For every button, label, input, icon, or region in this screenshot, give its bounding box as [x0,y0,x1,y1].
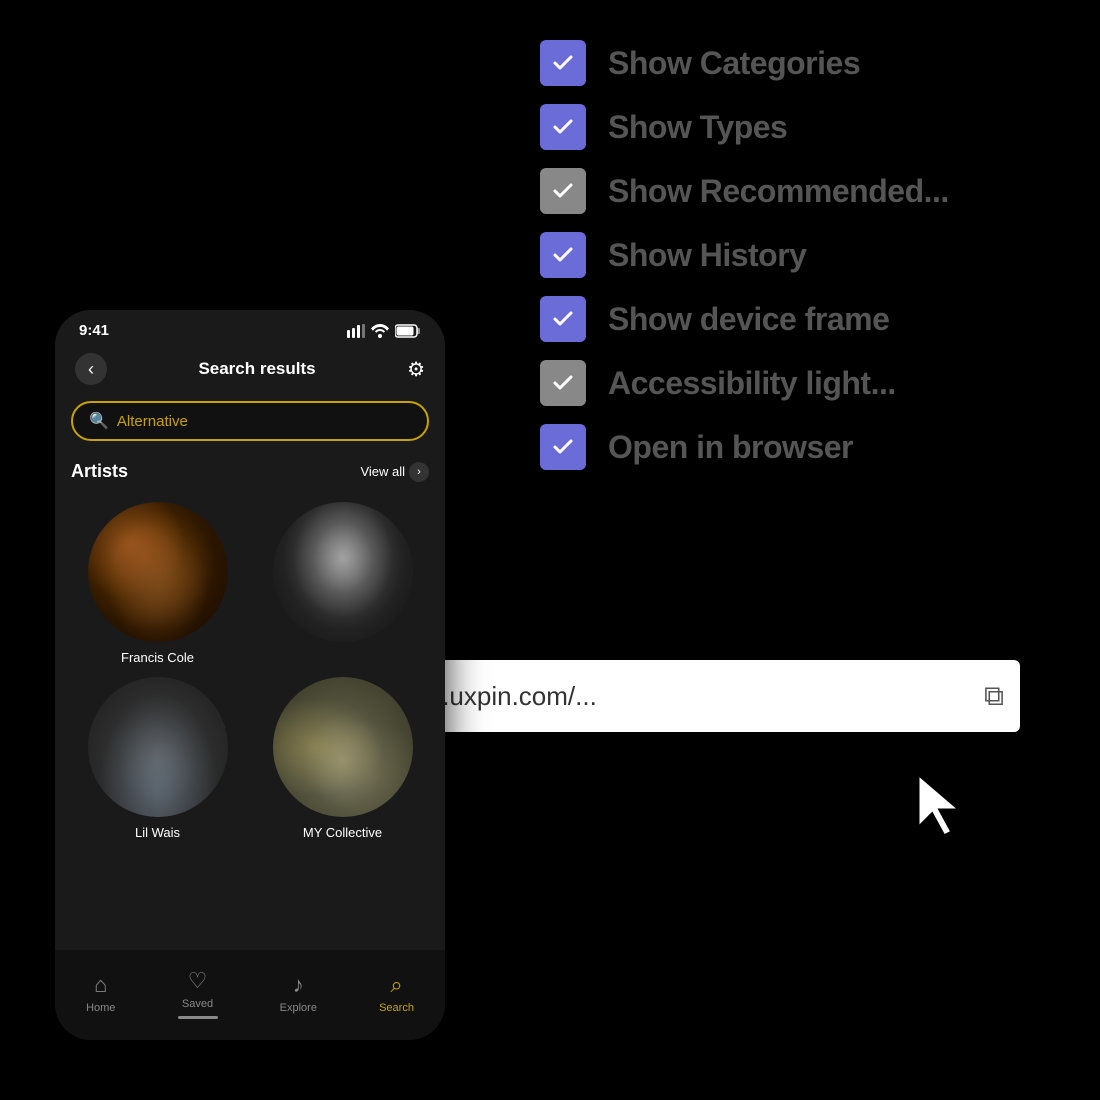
search-nav-icon: ⌕ [390,972,402,998]
artists-section: Artists View all › [55,449,445,502]
checkbox-1[interactable] [540,40,586,86]
checklist-label-7: Open in browser [608,429,853,466]
saved-icon: ♡ [188,968,208,994]
checklist-item-4[interactable]: Show History [540,232,949,278]
artist-avatar-3 [88,677,228,817]
checklist-label-3: Show Recommended... [608,173,949,210]
bottom-nav: ⌂ Home ♡ Saved ♪ Explore ⌕ Search [55,950,445,1040]
copy-icon[interactable]: ⧉ [984,680,1004,713]
status-bar: 9:41 [55,310,445,345]
nav-item-explore[interactable]: ♪ Explore [280,972,317,1014]
checklist-label-4: Show History [608,237,806,274]
checkbox-6[interactable] [540,360,586,406]
view-all-arrow-icon: › [409,462,429,482]
checkbox-3[interactable] [540,168,586,214]
checkbox-4[interactable] [540,232,586,278]
artists-section-title: Artists [71,461,128,482]
nav-label-explore: Explore [280,1002,317,1014]
settings-button[interactable]: ⚙ [407,357,425,382]
nav-title: Search results [198,359,315,379]
artist-avatar-2 [273,502,413,642]
section-header: Artists View all › [71,461,429,482]
cursor [910,770,970,840]
artist-card-3[interactable]: Lil Wais [71,677,244,840]
search-bar-container: 🔍 Alternative [55,393,445,449]
artist-avatar-4 [273,677,413,817]
status-time: 9:41 [79,322,109,339]
checklist-item-2[interactable]: Show Types [540,104,949,150]
checkbox-2[interactable] [540,104,586,150]
checklist-panel: Show Categories Show Types Show Recommen… [540,40,949,470]
checklist-item-3[interactable]: Show Recommended... [540,168,949,214]
phone-content: 9:41 ‹ Search results ⚙ 🔍 Alternative [55,310,445,950]
checklist-label-1: Show Categories [608,45,860,82]
checklist-item-7[interactable]: Open in browser [540,424,949,470]
nav-item-home[interactable]: ⌂ Home [86,972,115,1014]
artist-card-1[interactable]: Francis Cole [71,502,244,665]
checklist-item-1[interactable]: Show Categories [540,40,949,86]
artist-name-3: Lil Wais [135,825,180,840]
artist-card-2[interactable] [256,502,429,665]
artist-card-4[interactable]: MY Collective [256,677,429,840]
search-icon: 🔍 [89,411,109,431]
saved-indicator [178,1016,218,1019]
back-button[interactable]: ‹ [75,353,107,385]
checklist-item-5[interactable]: Show device frame [540,296,949,342]
view-all-button[interactable]: View all › [360,462,429,482]
artist-name-4: MY Collective [303,825,382,840]
search-input-value[interactable]: Alternative [117,413,188,430]
artist-grid: Francis Cole Lil Wais MY Collective [55,502,445,840]
checklist-item-6[interactable]: Accessibility light... [540,360,949,406]
checkbox-7[interactable] [540,424,586,470]
explore-icon: ♪ [293,972,304,998]
status-icons [347,324,421,338]
artist-name-1: Francis Cole [121,650,194,665]
search-bar[interactable]: 🔍 Alternative [71,401,429,441]
checkbox-5[interactable] [540,296,586,342]
top-nav: ‹ Search results ⚙ [55,345,445,393]
nav-label-search: Search [379,1002,414,1014]
nav-item-saved[interactable]: ♡ Saved [178,968,218,1019]
home-icon: ⌂ [94,972,107,998]
artist-avatar-1 [88,502,228,642]
nav-label-saved: Saved [182,998,213,1010]
checklist-label-5: Show device frame [608,301,889,338]
phone: 9:41 ‹ Search results ⚙ 🔍 Alternative [55,310,445,1040]
nav-label-home: Home [86,1002,115,1014]
checklist-label-2: Show Types [608,109,787,146]
checklist-label-6: Accessibility light... [608,365,896,402]
nav-item-search[interactable]: ⌕ Search [379,972,414,1014]
